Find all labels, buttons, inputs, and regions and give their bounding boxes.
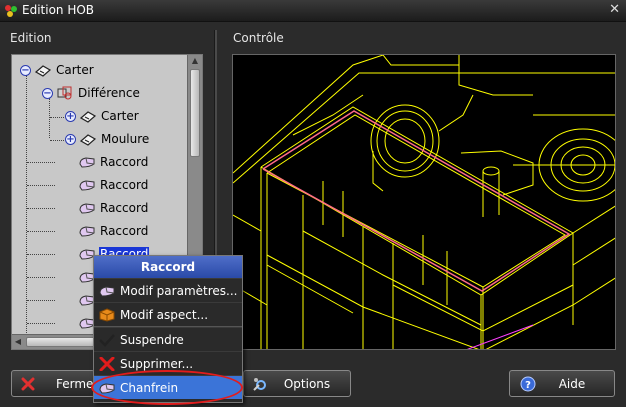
context-menu-item-label: Supprimer... — [120, 356, 194, 371]
control-viewport[interactable] — [232, 54, 616, 350]
controle-panel-label: Contrôle — [233, 31, 284, 45]
context-menu-item-label: Modif aspect... — [120, 307, 209, 322]
tree-item[interactable]: Raccord — [78, 153, 149, 171]
tree-connector — [27, 323, 55, 324]
tree-item[interactable]: + Moulure — [65, 130, 150, 148]
tree-connector — [27, 277, 55, 278]
tree-item-label: Carter — [56, 63, 94, 77]
edition-panel-label: Edition — [10, 31, 52, 45]
tree-expander-icon[interactable]: + — [65, 133, 76, 145]
context-menu[interactable]: Raccord Modif paramètres... Modif aspect.… — [93, 255, 243, 403]
window-title: Edition HOB — [22, 3, 95, 17]
fillet-icon — [94, 279, 120, 303]
tree-expander-icon[interactable]: − — [42, 87, 53, 99]
context-menu-item[interactable]: Supprimer... — [94, 351, 242, 375]
context-menu-item[interactable]: Chanfrein — [94, 375, 242, 399]
tree-item[interactable]: + Carter — [65, 107, 140, 125]
tree-connector — [27, 162, 55, 163]
tree-item[interactable]: Raccord — [78, 222, 149, 240]
tree-item[interactable]: Raccord — [78, 176, 149, 194]
part-icon — [34, 63, 52, 77]
fillet-icon — [78, 224, 96, 238]
help-button-label: Aide — [558, 377, 586, 391]
tree-connector — [27, 185, 55, 186]
tree-connector — [50, 140, 64, 141]
help-button[interactable]: ? Aide — [509, 370, 615, 397]
context-menu-item-label: Chanfrein — [120, 380, 179, 395]
tree-item-label: Raccord — [100, 178, 149, 192]
close-window-icon[interactable]: ✕ — [609, 2, 620, 17]
context-menu-item-label: Suspendre — [120, 332, 184, 347]
tree-connector — [26, 75, 27, 335]
tree-item-label: Carter — [101, 109, 139, 123]
tree-item-label: Raccord — [100, 224, 149, 238]
scroll-left-icon[interactable]: ◀ — [13, 337, 23, 347]
tree-item-label: Moulure — [101, 132, 150, 146]
tree-connector — [27, 231, 55, 232]
app-logo-icon — [5, 5, 17, 17]
tree-connector — [27, 254, 55, 255]
part-icon — [79, 109, 97, 123]
close-button[interactable]: Fermer — [11, 370, 99, 397]
appearance-cube-icon — [94, 303, 120, 327]
close-button-label: Fermer — [56, 377, 99, 391]
tree-item[interactable]: − Carter — [20, 61, 95, 79]
title-bar: Edition HOB ✕ — [0, 0, 626, 22]
fillet-icon — [78, 155, 96, 169]
context-menu-item[interactable]: Modif paramètres... — [94, 278, 242, 302]
tree-connector — [50, 117, 64, 118]
wireframe-render — [233, 55, 615, 349]
vertical-scroll-thumb[interactable] — [190, 69, 200, 157]
options-button-label: Options — [283, 377, 331, 391]
fillet-icon — [94, 376, 120, 400]
fillet-icon — [78, 201, 96, 215]
tree-connector — [49, 98, 50, 138]
tree-item[interactable]: Raccord — [78, 199, 149, 217]
tree-expander-icon[interactable]: + — [65, 110, 76, 122]
tree-item-label: Raccord — [100, 201, 149, 215]
options-button[interactable]: Options — [243, 370, 351, 397]
tree-connector — [27, 208, 55, 209]
tree-item-label: Différence — [78, 86, 140, 100]
part-icon — [79, 132, 97, 146]
delete-x-icon — [94, 352, 120, 376]
boolean-difference-icon — [56, 86, 74, 100]
tree-item[interactable]: − Différence — [42, 84, 141, 102]
checkmark-icon — [94, 328, 120, 352]
fillet-icon — [78, 178, 96, 192]
tree-item-label: Raccord — [100, 155, 149, 169]
context-menu-item-label: Modif paramètres... — [120, 283, 238, 298]
context-menu-item[interactable]: Modif aspect... — [94, 302, 242, 326]
context-menu-title: Raccord — [94, 256, 242, 278]
tree-expander-icon[interactable]: − — [20, 64, 31, 76]
tree-connector — [27, 300, 55, 301]
scroll-up-icon[interactable]: ▲ — [190, 56, 200, 66]
context-menu-item[interactable]: Suspendre — [94, 327, 242, 351]
